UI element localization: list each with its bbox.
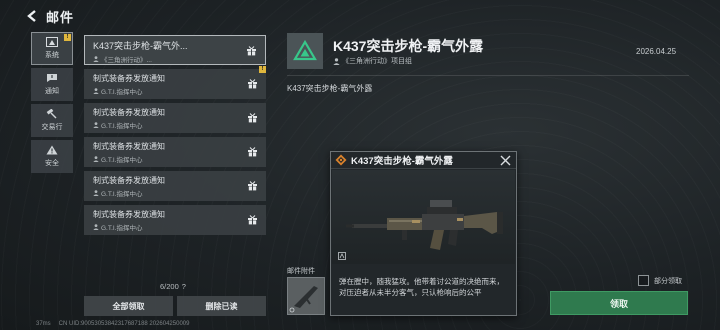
mail-item[interactable]: 制式装备券发放通知 G.T.I.指挥中心	[84, 137, 266, 167]
gift-icon	[248, 215, 257, 225]
attachment-label: 邮件附件	[287, 268, 315, 275]
partial-claim-checkbox[interactable]	[638, 275, 649, 286]
mail-item[interactable]: 制式装备券发放通知 G.T.I.指挥中心	[84, 205, 266, 235]
mail-list: K437突击步枪-霸气外... 《三角洲行动》... 制式装备券发放通知 G.T…	[84, 35, 266, 239]
mail-sender-name: G.T.I.指挥中心	[101, 89, 143, 96]
rifle-image-icon	[346, 200, 503, 250]
mail-title: 制式装备券发放通知	[93, 210, 165, 219]
item-preview-popup: K437突击步枪-霸气外露 弹在膛中，随我猛攻。他带着讨公道的决绝而来，对压迫者…	[330, 151, 517, 316]
mail-sender: G.T.I.指挥中心	[93, 154, 266, 164]
close-icon[interactable]	[499, 154, 512, 167]
mail-sender-name: G.T.I.指挥中心	[101, 157, 143, 164]
mail-count: 6/200 ?	[160, 282, 186, 291]
mail-sender-name: 《三角洲行动》...	[101, 57, 152, 64]
gift-icon	[248, 79, 257, 89]
gift-icon	[248, 181, 257, 191]
person-icon	[93, 156, 99, 162]
mail-title: 制式装备券发放通知	[93, 176, 165, 185]
mail-sender-name: G.T.I.指挥中心	[101, 191, 143, 198]
notification-badge: !	[64, 34, 71, 41]
back-arrow-icon[interactable]	[26, 9, 40, 23]
person-icon	[93, 190, 99, 196]
mail-sender-name: G.T.I.指挥中心	[101, 123, 143, 130]
mail-detail-title: K437突击步枪-霸气外露	[333, 38, 484, 54]
category-nav: 系统 ! 通知 交易行 安全	[31, 32, 73, 176]
warning-icon	[46, 145, 58, 155]
popup-header: K437突击步枪-霸气外露	[331, 152, 516, 169]
sender-logo-icon	[287, 33, 323, 69]
mail-title: 制式装备券发放通知	[93, 142, 165, 151]
divider	[287, 75, 689, 76]
nav-item-security[interactable]: 安全	[31, 140, 73, 173]
mail-item[interactable]: 制式装备券发放通知 G.T.I.指挥中心 !	[84, 66, 266, 99]
notice-icon	[46, 73, 58, 83]
help-icon[interactable]: ?	[182, 282, 186, 291]
grade-icon	[338, 252, 346, 260]
gift-icon	[248, 147, 257, 157]
mail-item[interactable]: K437突击步枪-霸气外... 《三角洲行动》...	[84, 35, 266, 65]
person-icon	[93, 122, 99, 128]
nav-item-trade[interactable]: 交易行	[31, 104, 73, 137]
system-mail-icon	[46, 37, 58, 47]
person-icon	[93, 224, 99, 230]
rifle-thumbnail-icon	[289, 286, 318, 313]
mail-detail-sender: 《三角洲行动》项目组	[333, 56, 412, 66]
mail-item[interactable]: 制式装备券发放通知 G.T.I.指挥中心	[84, 171, 266, 201]
nav-item-label: 交易行	[41, 124, 63, 131]
mail-detail-sender-name: 《三角洲行动》项目组	[342, 58, 412, 65]
mail-sender: G.T.I.指挥中心	[93, 120, 266, 130]
nav-item-label: 安全	[45, 160, 59, 167]
status-bar: 37ms CN UID:9005305384231768718​8 202604…	[36, 321, 189, 327]
mail-title: 制式装备券发放通知	[93, 108, 165, 117]
rarity-diamond-icon	[335, 154, 347, 166]
weapon-image	[332, 170, 515, 264]
claim-button[interactable]: 领取	[550, 291, 688, 315]
mail-count-text: 6/200	[160, 282, 179, 291]
nav-item-notice[interactable]: 通知	[31, 68, 73, 101]
nav-item-label: 系统	[45, 52, 59, 59]
claim-all-button[interactable]: 全部领取	[84, 296, 173, 316]
mail-date: 2026.04.25	[636, 47, 677, 56]
person-icon	[333, 57, 340, 65]
partial-claim-toggle[interactable]: 部分领取	[638, 275, 682, 286]
nav-item-system[interactable]: 系统 !	[31, 32, 73, 65]
page-title: 邮件	[46, 9, 75, 25]
nav-item-label: 通知	[45, 88, 59, 95]
mail-sender: G.T.I.指挥中心	[93, 222, 266, 232]
delete-read-button[interactable]: 删除已读	[177, 296, 266, 316]
mail-item[interactable]: 制式装备券发放通知 G.T.I.指挥中心	[84, 103, 266, 133]
mail-sender: 《三角洲行动》...	[93, 54, 265, 64]
item-description: 弹在膛中，随我猛攻。他带着讨公道的决绝而来，对压迫者从未半分客气，只认枪响后的公…	[339, 277, 504, 297]
mail-sender-name: G.T.I.指挥中心	[101, 225, 143, 232]
popup-title: K437突击步枪-霸气外露	[351, 156, 453, 167]
mail-title: 制式装备券发放通知	[93, 74, 165, 83]
ping-text: 37ms	[36, 321, 51, 327]
gift-icon	[247, 46, 256, 56]
person-icon	[93, 56, 99, 62]
mail-sender: G.T.I.指挥中心	[93, 86, 266, 96]
mail-title: K437突击步枪-霸气外...	[93, 41, 188, 51]
header: 邮件	[26, 6, 74, 26]
person-icon	[93, 88, 99, 94]
unread-badge: !	[259, 66, 266, 73]
mail-sender: G.T.I.指挥中心	[93, 188, 266, 198]
gift-icon	[248, 113, 257, 123]
hammer-icon	[46, 109, 58, 119]
uid-text: CN UID:9005305384231768718​8 20260425000…	[58, 321, 190, 327]
mail-body: K437突击步枪-霸气外露	[287, 84, 373, 93]
attachment-item[interactable]	[287, 277, 325, 315]
partial-claim-label: 部分领取	[654, 277, 682, 285]
